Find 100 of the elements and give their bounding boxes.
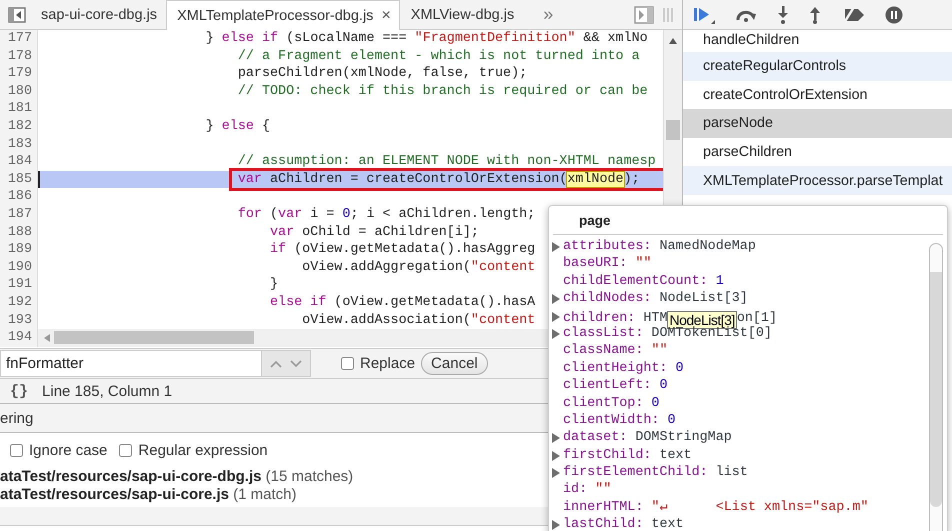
call-stack-frame[interactable]: parseChildren	[683, 138, 952, 166]
file-tab[interactable]: XMLTemplateProcessor-dbg.js ×	[166, 0, 400, 30]
code-line: oView.addAssociation("content	[302, 312, 536, 330]
code-line: // a Fragment element - which is not turned into a	[238, 48, 640, 66]
scroll-up-icon[interactable]	[669, 38, 677, 44]
grip-icon[interactable]	[662, 6, 674, 22]
property-value: NodeList[3]	[659, 291, 748, 306]
property-value: text	[659, 448, 692, 463]
call-stack-frame[interactable]: handleChildren	[683, 30, 952, 52]
line-number: 179	[0, 65, 38, 83]
expand-arrow-icon[interactable]	[552, 312, 560, 322]
expand-arrow-icon[interactable]	[552, 433, 560, 444]
code-line: for (var i = 0; i < aChildren.length;	[238, 206, 536, 224]
property-value: 0	[651, 396, 660, 411]
property-value: 0	[667, 412, 676, 428]
code-line: if (oView.getMetadata().hasAggreg	[270, 241, 536, 259]
result-file-path[interactable]: ataTest/resources/sap-ui-core.js	[0, 486, 229, 503]
close-icon[interactable]: ×	[381, 6, 391, 24]
line-number: 193	[0, 312, 38, 330]
file-tab[interactable]: XMLView-dbg.js	[400, 0, 524, 29]
expand-arrow-icon[interactable]	[552, 294, 560, 304]
code-line: // TODO: check if this branch is required or can be	[238, 82, 648, 100]
code-line: }	[270, 276, 278, 294]
cancel-button[interactable]: Cancel	[421, 352, 488, 375]
popover-title: page	[579, 212, 611, 228]
result-file-path[interactable]: ataTest/resources/sap-ui-core-dbg.js	[0, 468, 262, 485]
property-name: classList:	[563, 326, 644, 341]
call-stack-frame[interactable]: parseNode	[683, 109, 952, 138]
checkbox[interactable]	[10, 444, 23, 456]
checkbox-label: Replace	[360, 355, 416, 372]
expand-arrow-icon[interactable]	[552, 520, 560, 530]
property-value: "↵ <List xmlns="sap.m"	[651, 500, 868, 515]
property-name: attributes:	[563, 239, 652, 254]
code-line: // assumption: an ELEMENT NODE with non-XHTML namesp	[238, 153, 656, 171]
expand-arrow-icon[interactable]	[552, 242, 560, 252]
expand-arrow-icon[interactable]	[552, 468, 560, 478]
property-name: clientLeft:	[563, 378, 652, 394]
pause-icon[interactable]	[885, 6, 903, 24]
property-name: childElementCount:	[563, 274, 708, 289]
property-name: clientWidth:	[563, 412, 660, 428]
cursor-position: Line 185, Column 1	[42, 382, 172, 400]
property-value: NamedNodeMap	[659, 239, 756, 254]
panel-title: ering	[0, 410, 34, 426]
code-line: } else {	[206, 118, 270, 136]
resume-icon[interactable]	[693, 6, 715, 24]
line-number: 185	[0, 170, 38, 188]
property-value: ""	[651, 343, 668, 358]
file-tab[interactable]: sap-ui-core-dbg.js	[30, 0, 166, 29]
code-line: var oChild = aChildren[i];	[270, 224, 479, 242]
horizontal-scrollbar-thumb[interactable]	[54, 331, 254, 344]
line-number: 187	[0, 206, 38, 224]
call-stack-frame[interactable]: XMLTemplateProcessor.parseTemplat	[683, 166, 952, 195]
expand-arrow-icon[interactable]	[552, 328, 560, 339]
property-name: baseURI:	[563, 256, 628, 272]
line-number: 186	[0, 188, 38, 206]
step-into-icon[interactable]	[777, 6, 789, 24]
property-name: firstElementChild:	[563, 465, 708, 480]
line-number: 189	[0, 241, 38, 259]
checkbox[interactable]	[119, 444, 132, 456]
code-line: var aChildren = createControlOrExtension(xmlNode);	[232, 170, 663, 188]
call-stack-frame[interactable]: createRegularControls	[683, 52, 952, 81]
line-number: 178	[0, 48, 38, 66]
property-name: lastChild:	[563, 517, 644, 531]
checkbox[interactable]	[341, 357, 354, 370]
property-name: clientTop:	[563, 396, 644, 411]
property-value: 1	[716, 274, 724, 289]
line-number: 191	[0, 276, 38, 294]
line-number: 177	[0, 30, 38, 48]
checkbox-label: Ignore case	[29, 442, 108, 458]
line-number: 190	[0, 258, 38, 276]
property-value: ""	[635, 256, 652, 272]
expand-arrow-icon[interactable]	[552, 450, 560, 461]
panel-toggle-icon[interactable]	[634, 6, 654, 24]
property-name: dataset:	[563, 430, 628, 446]
property-value: ""	[595, 482, 612, 498]
panel-toggle-icon[interactable]	[8, 6, 26, 22]
call-stack-frame[interactable]: createControlOrExtension	[683, 80, 952, 110]
search-field[interactable]: fnFormatter	[0, 350, 262, 377]
pretty-print-button[interactable]: {}	[10, 382, 28, 400]
line-number: 182	[0, 118, 38, 136]
property-name: innerHTML:	[563, 500, 644, 515]
line-number: 192	[0, 294, 38, 312]
line-number: 180	[0, 82, 38, 100]
property-name: firstChild:	[563, 448, 652, 463]
property-name: clientHeight:	[563, 360, 668, 376]
code-line: oView.addAggregation("content	[302, 258, 536, 276]
property-name: className:	[563, 343, 644, 358]
property-name: id:	[563, 482, 588, 498]
property-name: childNodes:	[563, 291, 652, 306]
scrollbar-thumb[interactable]	[930, 272, 942, 507]
code-line: } else if (sLocalName === "FragmentDefinition" && xmlNo	[206, 30, 648, 48]
property-value: text	[651, 517, 684, 531]
property-value: HTM	[643, 310, 668, 326]
step-out-icon[interactable]	[809, 6, 821, 24]
checkbox-label: Regular expression	[138, 442, 268, 458]
code-line: parseChildren(xmlNode, false, true);	[238, 65, 528, 83]
property-value: list	[716, 465, 748, 480]
more-tabs-button[interactable]: »	[543, 4, 554, 25]
vertical-scrollbar-thumb[interactable]	[666, 120, 680, 140]
code-line: else if (oView.getMetadata().hasA	[270, 294, 536, 312]
